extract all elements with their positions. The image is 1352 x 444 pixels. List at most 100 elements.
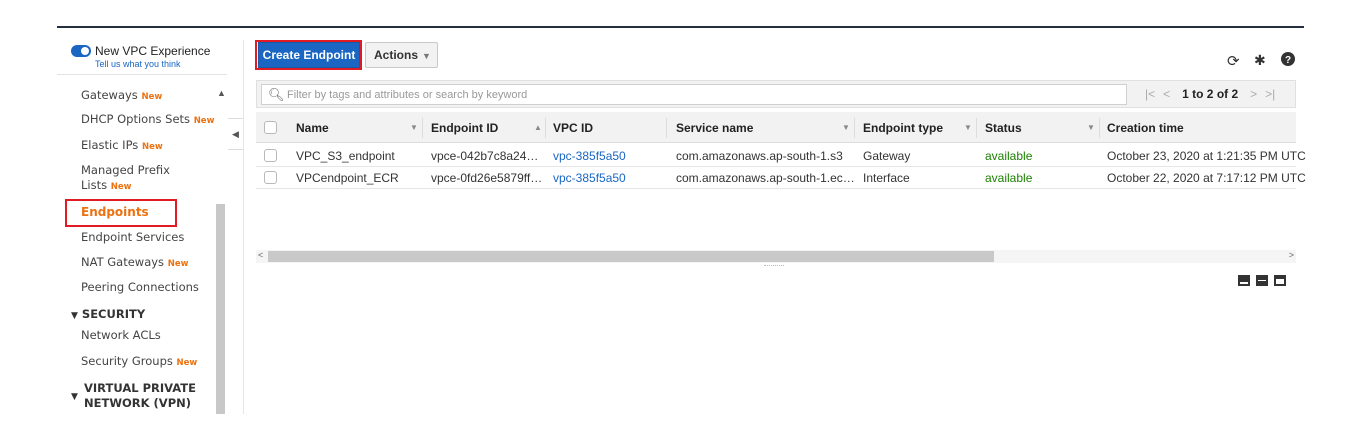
column-header-creation-time[interactable]: Creation time bbox=[1107, 121, 1184, 135]
cell-service-name: com.amazonaws.ap-south-1.ec… bbox=[676, 171, 855, 185]
sidebar-item-elastic-ips[interactable]: Elastic IPs New bbox=[81, 138, 163, 155]
cell-status: available bbox=[985, 171, 1033, 185]
sort-icon[interactable]: ▼ bbox=[410, 123, 418, 132]
vpc-experience-title: New VPC Experience bbox=[95, 44, 211, 58]
row-checkbox[interactable] bbox=[264, 149, 277, 162]
sort-icon[interactable]: ▼ bbox=[964, 123, 972, 132]
search-placeholder: Filter by tags and attributes or search … bbox=[287, 89, 528, 101]
sidebar-scrollbar[interactable] bbox=[216, 204, 225, 414]
row-checkbox[interactable] bbox=[264, 171, 277, 184]
column-divider[interactable] bbox=[422, 118, 423, 138]
section-label: SECURITY bbox=[81, 307, 146, 321]
collapse-sidebar-button[interactable]: ◀ bbox=[228, 118, 244, 150]
sidebar-item-gateways[interactable]: Gateways New bbox=[81, 88, 162, 105]
cell-creation-time: October 23, 2020 at 1:21:35 PM UTC bbox=[1107, 149, 1306, 163]
cell-creation-time: October 22, 2020 at 7:17:12 PM UTC bbox=[1107, 171, 1306, 185]
highlight-box-create-endpoint bbox=[255, 40, 362, 70]
sort-icon[interactable]: ▼ bbox=[1087, 123, 1095, 132]
prev-page-icon[interactable]: < bbox=[1163, 87, 1170, 101]
cell-status: available bbox=[985, 149, 1033, 163]
sidebar-section-vpn[interactable]: ▼ VIRTUAL PRIVATE NETWORK (VPN) bbox=[71, 381, 196, 410]
new-badge: New bbox=[167, 259, 189, 269]
new-badge: New bbox=[193, 116, 215, 126]
layout-split-pane-icon[interactable] bbox=[1256, 275, 1268, 286]
column-header-name[interactable]: Name bbox=[296, 121, 329, 135]
sidebar-item-peering-connections[interactable]: Peering Connections bbox=[81, 280, 199, 295]
layout-bottom-pane-icon[interactable] bbox=[1238, 275, 1250, 286]
caret-down-icon: ▼ bbox=[71, 392, 78, 402]
sort-asc-icon[interactable]: ▲ bbox=[534, 123, 542, 132]
sidebar: New VPC Experience Tell us what you thin… bbox=[57, 28, 227, 414]
sidebar-item-dhcp-options[interactable]: DHCP Options Sets New bbox=[81, 112, 214, 129]
sidebar-section-security[interactable]: ▼ SECURITY bbox=[71, 307, 145, 321]
sidebar-item-label: Endpoints bbox=[81, 205, 149, 219]
cell-name: VPC_S3_endpoint bbox=[296, 149, 395, 163]
new-badge: New bbox=[176, 358, 198, 368]
column-divider[interactable] bbox=[545, 118, 546, 138]
sort-icon[interactable]: ▼ bbox=[842, 123, 850, 132]
sidebar-item-security-groups[interactable]: Security Groups New bbox=[81, 354, 197, 371]
cell-service-name: com.amazonaws.ap-south-1.s3 bbox=[676, 149, 843, 163]
column-header-service-name[interactable]: Service name bbox=[676, 121, 753, 135]
sidebar-item-label: Managed Prefix bbox=[81, 163, 170, 177]
cell-vpc-id-link[interactable]: vpc-385f5a50 bbox=[553, 171, 626, 185]
cell-endpoint-type: Gateway bbox=[863, 149, 911, 163]
sidebar-item-managed-prefix-lists[interactable]: Managed Prefix Lists New bbox=[81, 163, 170, 195]
help-icon[interactable]: ? bbox=[1281, 52, 1295, 70]
new-badge: New bbox=[141, 92, 163, 102]
sidebar-item-endpoints[interactable]: Endpoints bbox=[81, 205, 149, 220]
column-divider[interactable] bbox=[666, 118, 667, 138]
cell-vpc-id-link[interactable]: vpc-385f5a50 bbox=[553, 149, 626, 163]
chevron-down-icon: ▼ bbox=[422, 51, 431, 61]
new-badge: New bbox=[141, 142, 163, 152]
table-header: Name ▼ Endpoint ID ▲ VPC ID Service name… bbox=[256, 112, 1296, 143]
sidebar-item-network-acls[interactable]: Network ACLs bbox=[81, 328, 161, 343]
select-all-checkbox[interactable] bbox=[264, 121, 277, 134]
cell-endpoint-id: vpce-0fd26e5879ff… bbox=[431, 171, 543, 185]
cell-endpoint-type: Interface bbox=[863, 171, 910, 185]
next-page-icon[interactable]: > bbox=[1250, 87, 1257, 101]
table-horizontal-scrollbar[interactable]: < > bbox=[256, 250, 1296, 263]
gear-icon[interactable]: ✱ bbox=[1254, 52, 1266, 69]
search-icon: 🔍︎ bbox=[268, 87, 285, 102]
actions-label: Actions bbox=[374, 48, 419, 62]
column-header-endpoint-type[interactable]: Endpoint type bbox=[863, 121, 943, 135]
search-input[interactable]: 🔍︎ Filter by tags and attributes or sear… bbox=[261, 84, 1127, 105]
sidebar-item-label: Security Groups bbox=[81, 354, 173, 368]
column-divider[interactable] bbox=[976, 118, 977, 138]
resize-handle[interactable] bbox=[764, 265, 784, 268]
sidebar-divider bbox=[57, 74, 227, 75]
table-row[interactable]: VPC_S3_endpoint vpce-042b7c8a24… vpc-385… bbox=[256, 145, 1306, 167]
first-page-icon[interactable]: |< bbox=[1145, 87, 1155, 101]
scroll-right-icon[interactable]: > bbox=[1289, 250, 1294, 260]
cell-endpoint-id: vpce-042b7c8a24… bbox=[431, 149, 539, 163]
sidebar-item-nat-gateways[interactable]: NAT Gateways New bbox=[81, 255, 188, 272]
last-page-icon[interactable]: >| bbox=[1265, 87, 1275, 101]
sidebar-item-label: Network ACLs bbox=[81, 328, 161, 342]
svg-text:?: ? bbox=[1285, 55, 1291, 66]
scroll-left-icon[interactable]: < bbox=[258, 250, 263, 260]
toggle-switch-icon[interactable] bbox=[71, 45, 91, 57]
scroll-up-icon[interactable]: ▲ bbox=[217, 88, 226, 98]
pagination: |< <1 to 2 of 2 > >| bbox=[1141, 87, 1279, 101]
refresh-icon[interactable]: ⟳ bbox=[1227, 52, 1240, 70]
column-divider[interactable] bbox=[1099, 118, 1100, 138]
sidebar-item-label-2: Lists bbox=[81, 178, 108, 192]
table-row[interactable]: VPCendpoint_ECR vpce-0fd26e5879ff… vpc-3… bbox=[256, 167, 1306, 189]
layout-full-pane-icon[interactable] bbox=[1274, 275, 1286, 286]
content-divider bbox=[243, 40, 244, 414]
scrollbar-thumb[interactable] bbox=[268, 251, 994, 262]
column-header-status[interactable]: Status bbox=[985, 121, 1022, 135]
sidebar-item-label: NAT Gateways bbox=[81, 255, 165, 269]
sidebar-item-label: DHCP Options Sets bbox=[81, 112, 191, 126]
cell-name: VPCendpoint_ECR bbox=[296, 171, 399, 185]
filter-bar: 🔍︎ Filter by tags and attributes or sear… bbox=[256, 80, 1296, 108]
feedback-link[interactable]: Tell us what you think bbox=[95, 59, 181, 69]
new-badge: New bbox=[110, 182, 132, 192]
column-header-endpoint-id[interactable]: Endpoint ID bbox=[431, 121, 498, 135]
sidebar-item-endpoint-services[interactable]: Endpoint Services bbox=[81, 230, 184, 245]
actions-dropdown[interactable]: Actions ▼ bbox=[365, 42, 438, 68]
column-header-vpc-id[interactable]: VPC ID bbox=[553, 121, 593, 135]
column-divider[interactable] bbox=[854, 118, 855, 138]
sidebar-item-label: Gateways bbox=[81, 88, 138, 102]
